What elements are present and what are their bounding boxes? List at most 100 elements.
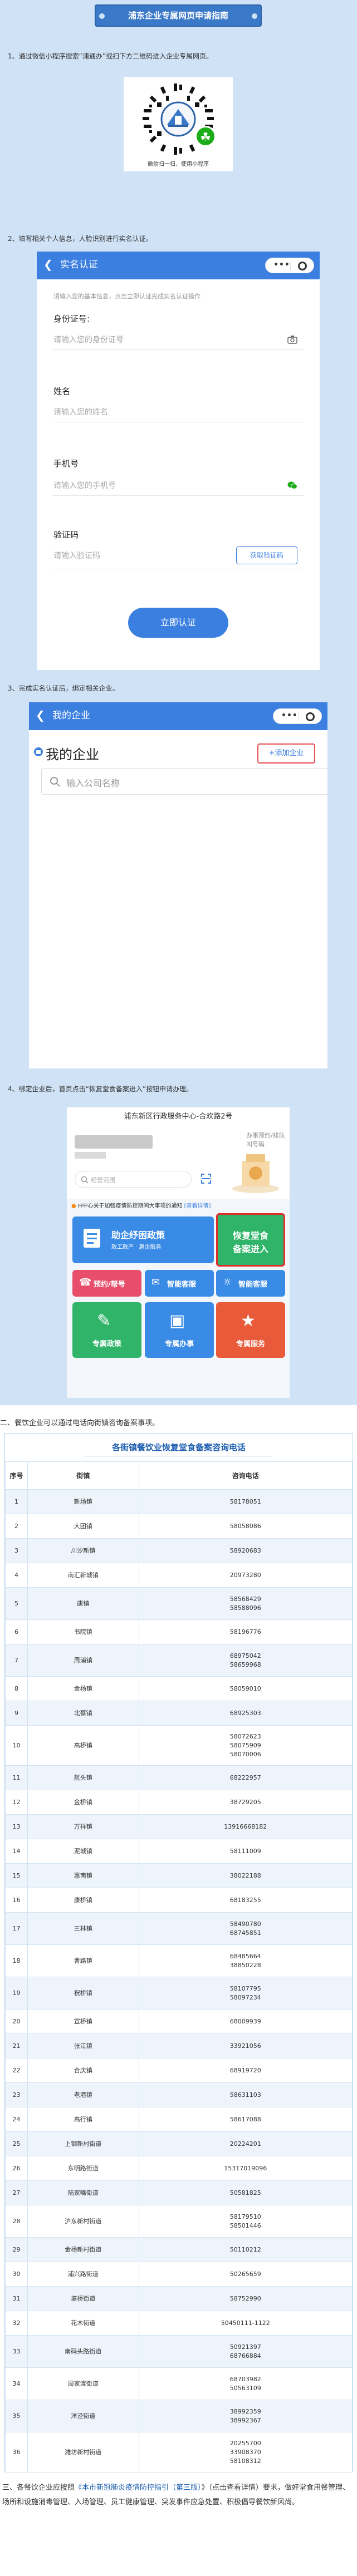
mini-program-capsule[interactable]: ••• (273, 708, 322, 724)
back-arrow-icon[interactable]: ❮ (36, 709, 45, 721)
wechat-phone-icon[interactable] (287, 481, 297, 490)
notice-more-link[interactable]: [查看详情] (184, 1203, 211, 1209)
row-street: 合庆镇 (27, 2058, 139, 2083)
table-row: 4 南汇新城镇 20973280 (5, 1563, 353, 1588)
row-phone: 58059010 (138, 1676, 353, 1701)
realname-nav: ❮ 实名认证 ••• (37, 252, 320, 279)
customer-service-tile[interactable]: ✉ 智能客服 (145, 1270, 214, 1297)
submit-auth-button[interactable]: 立即认证 (128, 608, 228, 638)
scan-icon[interactable] (200, 1173, 212, 1184)
booking-tile[interactable]: ☎ 预约/帮号 (72, 1270, 141, 1297)
row-index: 36 (5, 2432, 28, 2472)
policy-doc-icon: ✎ (97, 1311, 111, 1331)
policy-icon (84, 1229, 100, 1248)
customer-service-tile-2[interactable]: ☼ 智能客服 (216, 1270, 285, 1297)
divider (52, 495, 304, 496)
table-row: 34 周家渡街道 68703982 50563109 (5, 2367, 353, 2400)
row-phone: 50265659 (138, 2262, 353, 2287)
row-phone: 58111009 (138, 1839, 353, 1864)
row-street: 南汇新城镇 (27, 1563, 139, 1588)
home-search-placeholder: 经营范围 (91, 1176, 115, 1184)
get-code-button[interactable]: 获取验证码 (236, 546, 297, 564)
table-row: 9 北蔡镇 68925303 (5, 1701, 353, 1726)
row-phone: 58072623 58075909 58070006 (138, 1725, 353, 1766)
table-row: 31 塘桥街道 58752990 (5, 2286, 353, 2311)
row-index: 12 (5, 1790, 28, 1815)
table-row: 28 沪东新村街道 58179510 58501446 (5, 2205, 353, 2238)
special-service-label: 专属服务 (236, 1340, 265, 1348)
row-street: 北蔡镇 (27, 1701, 139, 1726)
customer-service-label-2: 智能客服 (238, 1280, 268, 1289)
row-index: 7 (5, 1644, 28, 1677)
notice-icon: ● (71, 1203, 76, 1209)
row-street: 祝桥镇 (27, 1977, 139, 2009)
row-street: 沪东新村街道 (27, 2205, 139, 2238)
close-capsule-icon[interactable] (298, 262, 307, 270)
row-index: 34 (5, 2367, 28, 2400)
home-search-input[interactable]: 经营范围 (75, 1171, 192, 1188)
search-icon (81, 1176, 89, 1184)
row-phone: 13916668182 (138, 1814, 353, 1839)
qr-code-card: ☘ 微信扫一扫，使用小程序 (124, 77, 233, 171)
row-street: 高桥镇 (27, 1725, 139, 1766)
special-affairs-tile[interactable]: ▣ 专属办事 (145, 1302, 214, 1358)
mini-program-capsule[interactable]: ••• (265, 258, 314, 273)
row-index: 5 (5, 1587, 28, 1620)
add-enterprise-button[interactable]: +添加企业 (257, 743, 315, 764)
id-input[interactable]: 请输入您的身份证号 (53, 334, 124, 345)
booking-label[interactable]: 办事预约/排队 (246, 1131, 285, 1140)
table-row: 18 曹路镇 68485664 38850228 (5, 1944, 353, 1977)
service-icon: ★ (241, 1311, 256, 1331)
row-street: 南码头路街道 (27, 2335, 139, 2368)
more-dots-icon[interactable]: ••• (281, 711, 298, 720)
special-affairs-label: 专属办事 (164, 1340, 194, 1348)
phone-input[interactable]: 请输入您的手机号 (53, 480, 116, 491)
phone-label: 手机号 (53, 459, 79, 469)
more-dots-icon[interactable]: ••• (273, 260, 290, 269)
search-icon (50, 777, 60, 787)
company-search-input[interactable]: 输入公司名称 (41, 768, 327, 795)
special-service-tile[interactable]: ★ 专属服务 (216, 1302, 285, 1358)
row-phone: 50450111-1122 (138, 2311, 353, 2336)
table-row: 32 花木街道 50450111-1122 (5, 2311, 353, 2336)
row-street: 康桥镇 (27, 1888, 139, 1913)
guideline-link[interactable]: 《本市新冠肺炎疫情防控指引（第三版） (75, 2484, 202, 2492)
camera-icon[interactable] (287, 335, 297, 344)
special-policy-tile[interactable]: ✎ 专属政策 (72, 1302, 141, 1358)
row-phone: 15317019096 (138, 2156, 353, 2181)
booking-tile-label: 预约/帮号 (94, 1280, 125, 1289)
row-street: 川沙新镇 (27, 1538, 139, 1563)
row-street: 金桥镇 (27, 1790, 139, 1815)
policy-tile[interactable]: 助企纾困政策 政工政产 · 惠企服务 (72, 1216, 214, 1263)
row-street: 三林镇 (27, 1912, 139, 1945)
row-index: 27 (5, 2180, 28, 2205)
table-row: 26 东明路街道 15317019096 (5, 2156, 353, 2181)
row-phone: 58631103 (138, 2082, 353, 2107)
table-row: 19 祝桥镇 58107795 58097234 (5, 1977, 353, 2009)
back-arrow-icon[interactable]: ❮ (43, 258, 53, 270)
row-phone: 68975042 58659968 (138, 1644, 353, 1677)
table-row: 25 上钢新村街道 20224201 (5, 2131, 353, 2156)
home-header: 浦东新区行政服务中心-合欢路2号 (67, 1107, 290, 1126)
row-index: 9 (5, 1701, 28, 1726)
divider (52, 349, 304, 350)
row-phone: 68925303 (138, 1701, 353, 1726)
notice-bar[interactable]: ● H中心关于加强疫情防控期间大事项的通知 [查看详情] (67, 1201, 290, 1212)
row-index: 2 (5, 1514, 28, 1539)
row-phone: 68919720 (138, 2058, 353, 2083)
notice-text: H中心关于加强疫情防控期间大事项的通知 (77, 1203, 183, 1209)
row-street: 塘桥街道 (27, 2286, 139, 2311)
row-phone: 58568429 58588096 (138, 1587, 353, 1620)
section-3-prefix: 三、各餐饮企业应按照 (2, 2484, 75, 2492)
row-phone: 50921397 68766884 (138, 2335, 353, 2368)
close-capsule-icon[interactable] (306, 712, 315, 721)
row-index: 17 (5, 1912, 28, 1945)
col-header-index: 序号 (5, 1461, 28, 1490)
wechat-mini-badge-icon: ☘ (195, 126, 216, 147)
row-street: 泥城镇 (27, 1839, 139, 1864)
row-phone: 58107795 58097234 (138, 1977, 353, 2009)
code-input[interactable]: 请输入验证码 (53, 550, 100, 561)
restore-dine-in-tile[interactable]: 恢复堂食 备案进入 (216, 1213, 285, 1267)
name-input[interactable]: 请输入您的姓名 (53, 406, 108, 417)
row-street: 书院镇 (27, 1619, 139, 1644)
